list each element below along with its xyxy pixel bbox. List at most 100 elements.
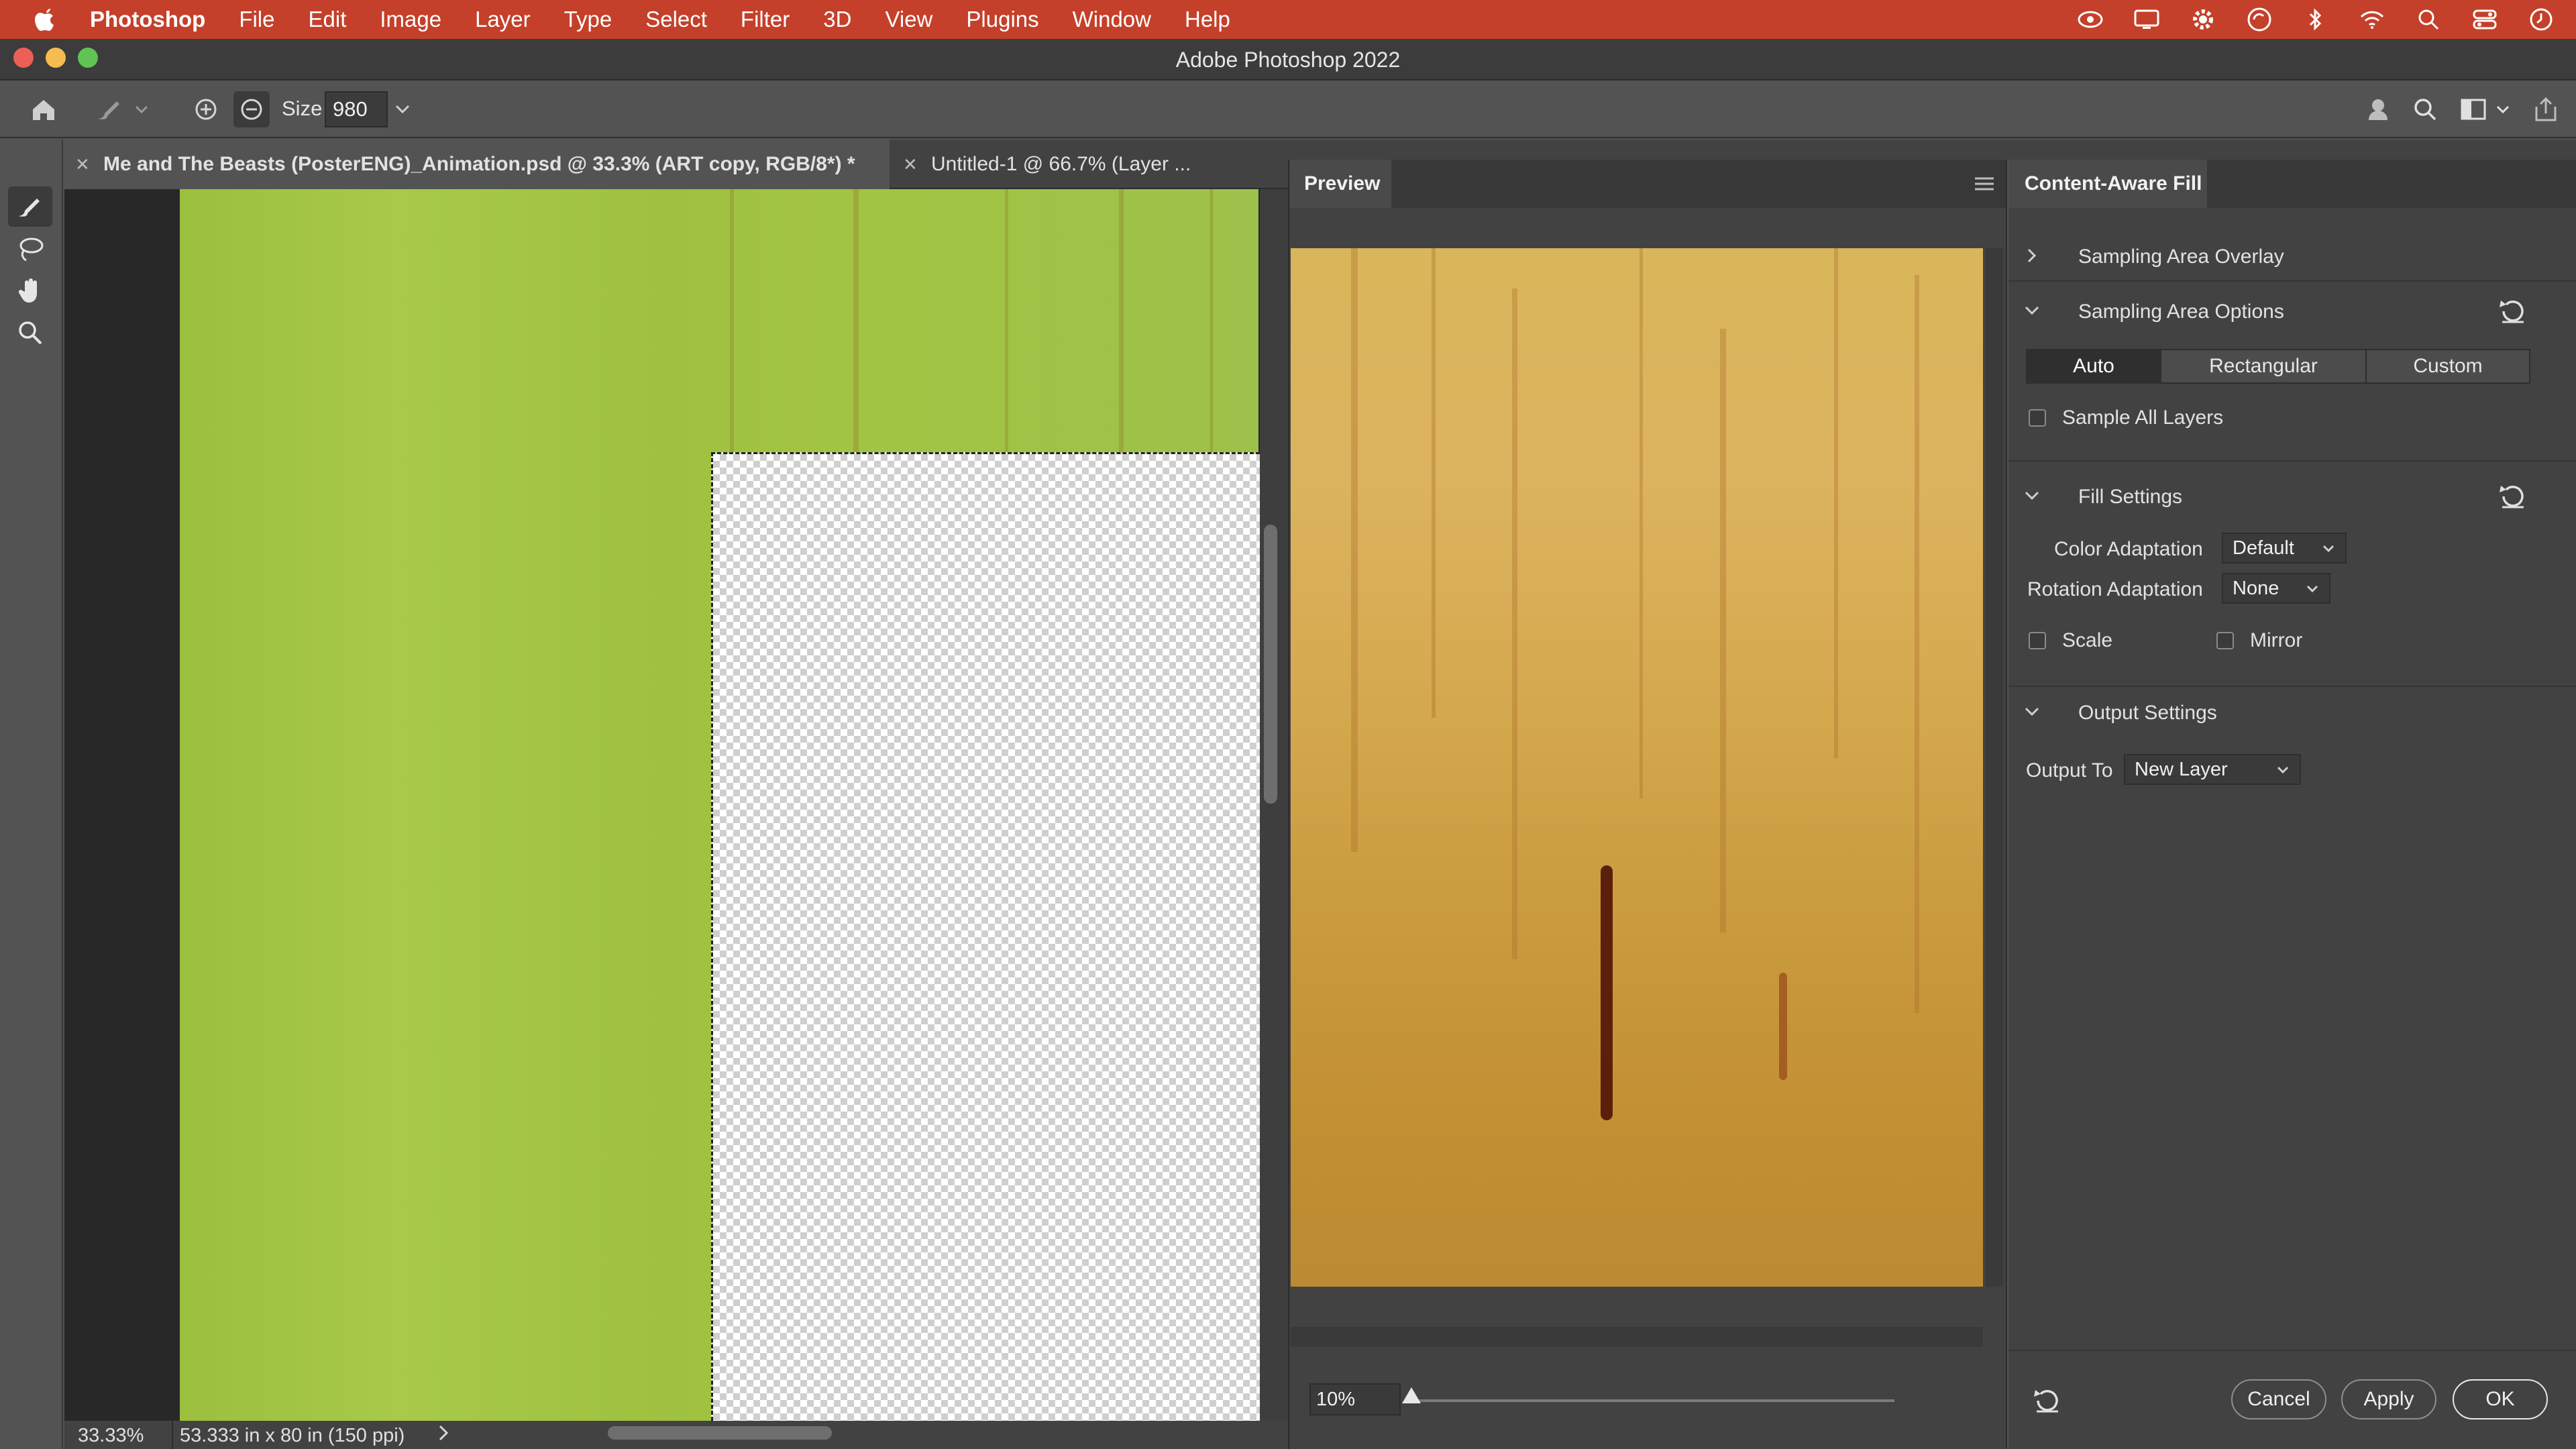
reset-all-icon[interactable] [2031, 1385, 2063, 1417]
segment-custom[interactable]: Custom [2367, 350, 2529, 382]
creative-cloud-icon[interactable] [2076, 5, 2105, 34]
panel-menu-icon[interactable] [1972, 172, 1996, 196]
share-person-icon[interactable] [2361, 91, 2398, 127]
tab-preview[interactable]: Preview [1289, 160, 1391, 208]
rotation-adaptation-value: None [2233, 578, 2279, 599]
menu-plugins[interactable]: Plugins [966, 7, 1038, 32]
hand-icon[interactable] [8, 271, 52, 311]
fill-selection-area[interactable] [711, 452, 1260, 1421]
preview-zoom-slider-track[interactable] [1409, 1399, 1894, 1402]
color-adaptation-select[interactable]: Default [2222, 533, 2347, 564]
menu-layer[interactable]: Layer [475, 7, 531, 32]
menu-select[interactable]: Select [645, 7, 707, 32]
chevron-down-icon[interactable] [2022, 702, 2042, 722]
color-adaptation-label: Color Adaptation [2054, 538, 2203, 560]
sync-icon[interactable] [2245, 5, 2274, 34]
preview-horizontal-scrollbar[interactable] [1291, 1327, 1983, 1347]
brush-preset-icon[interactable] [91, 91, 127, 127]
menu-edit[interactable]: Edit [309, 7, 347, 32]
apply-button[interactable]: Apply [2341, 1379, 2436, 1419]
chevron-down-icon [2302, 578, 2322, 598]
menu-extras [2076, 0, 2556, 39]
chevron-down-icon[interactable] [2022, 486, 2042, 506]
clock-icon[interactable] [2526, 5, 2556, 34]
canvas-vertical-scrollbar[interactable] [1264, 525, 1277, 804]
menu-type[interactable]: Type [564, 7, 612, 32]
wifi-icon[interactable] [2357, 5, 2387, 34]
menu-image[interactable]: Image [380, 7, 441, 32]
workspace-dropdown-icon[interactable] [2493, 91, 2513, 127]
menu-file[interactable]: File [239, 7, 274, 32]
rotation-adaptation-select[interactable]: None [2222, 573, 2330, 604]
reset-icon[interactable] [2497, 480, 2529, 513]
close-tab-icon[interactable]: ✕ [903, 140, 918, 189]
preview-image[interactable] [1291, 248, 1983, 1287]
bluetooth-icon[interactable] [2301, 5, 2330, 34]
menu-filter[interactable]: Filter [741, 7, 790, 32]
display-icon[interactable] [2132, 5, 2161, 34]
section-fill-settings[interactable]: Fill Settings [2008, 476, 2576, 517]
lasso-icon[interactable] [8, 229, 52, 270]
sample-all-layers-label: Sample All Layers [2062, 407, 2224, 429]
output-to-select[interactable]: New Layer [2124, 754, 2301, 785]
brush-size-input[interactable]: 980 [325, 91, 388, 127]
preview-vertical-scrollbar[interactable] [1986, 248, 2003, 1287]
tools-panel [0, 140, 63, 1449]
subtract-from-area-icon[interactable] [233, 91, 270, 127]
scale-label: Scale [2062, 629, 2113, 651]
gear-icon[interactable] [2188, 5, 2218, 34]
preview-tab-bar: Preview [1289, 160, 2006, 208]
spotlight-search-icon[interactable] [2414, 5, 2443, 34]
zoom-icon[interactable] [8, 313, 52, 353]
share-icon[interactable] [2528, 91, 2564, 127]
control-center-icon[interactable] [2470, 5, 2500, 34]
section-output-settings[interactable]: Output Settings [2008, 692, 2576, 733]
document-canvas[interactable] [64, 189, 1260, 1421]
brush-size-label: Size [282, 97, 323, 120]
apple-icon[interactable] [28, 6, 63, 33]
preview-zoom-slider-thumb[interactable] [1402, 1387, 1421, 1403]
section-sampling-area-overlay[interactable]: Sampling Area Overlay [2008, 236, 2576, 276]
workspace-icon[interactable] [2455, 91, 2491, 127]
tab-document-untitled[interactable]: ✕ Untitled-1 @ 66.7% (Layer ... [892, 140, 1288, 189]
reset-icon[interactable] [2497, 295, 2529, 327]
menu-help[interactable]: Help [1185, 7, 1230, 32]
close-tab-icon[interactable]: ✕ [75, 140, 90, 189]
cancel-button[interactable]: Cancel [2231, 1379, 2326, 1419]
chevron-down-icon [2318, 538, 2339, 558]
canvas-horizontal-scrollbar[interactable] [608, 1426, 832, 1440]
tab-label: Untitled-1 @ 66.7% (Layer ... [931, 153, 1191, 175]
chevron-right-icon[interactable] [2022, 246, 2042, 266]
ok-button[interactable]: OK [2453, 1379, 2548, 1419]
chevron-down-icon[interactable] [2022, 301, 2042, 321]
chevron-down-icon [2273, 759, 2293, 780]
segment-auto[interactable]: Auto [2027, 350, 2161, 382]
menu-photoshop[interactable]: Photoshop [90, 7, 205, 32]
brush-size-dropdown-icon[interactable] [389, 91, 416, 127]
preview-panel: Preview 10% [1288, 160, 2007, 1449]
tab-label: Me and The Beasts (PosterENG)_Animation.… [103, 153, 855, 175]
preview-zoom-input[interactable]: 10% [1309, 1383, 1401, 1415]
menu-3d[interactable]: 3D [823, 7, 851, 32]
mirror-checkbox[interactable] [2216, 632, 2234, 649]
options-bar: Size 980 [0, 80, 2576, 138]
sampling-brush-icon[interactable] [8, 186, 52, 227]
sample-all-layers-checkbox[interactable] [2029, 409, 2046, 427]
rotation-adaptation-label: Rotation Adaptation [2027, 578, 2203, 600]
menu-window[interactable]: Window [1073, 7, 1151, 32]
search-icon[interactable] [2407, 91, 2443, 127]
window-title-bar: Adobe Photoshop 2022 [0, 39, 2576, 80]
status-menu-chevron-icon[interactable] [437, 1424, 451, 1448]
add-to-area-icon[interactable] [188, 91, 224, 127]
section-sampling-area-options[interactable]: Sampling Area Options [2008, 291, 2576, 331]
home-icon[interactable] [25, 91, 62, 127]
zoom-level[interactable]: 33.33% [78, 1425, 144, 1447]
tab-content-aware-fill[interactable]: Content-Aware Fill [2008, 160, 2207, 208]
segment-rectangular[interactable]: Rectangular [2161, 350, 2367, 382]
brush-preset-dropdown-icon[interactable] [131, 91, 152, 127]
color-adaptation-value: Default [2233, 537, 2294, 559]
menu-view[interactable]: View [885, 7, 932, 32]
scale-checkbox[interactable] [2029, 632, 2046, 649]
tab-document-poster[interactable]: ✕ Me and The Beasts (PosterENG)_Animatio… [64, 140, 890, 189]
canvas-vertical-scroll-track [1260, 189, 1288, 1421]
